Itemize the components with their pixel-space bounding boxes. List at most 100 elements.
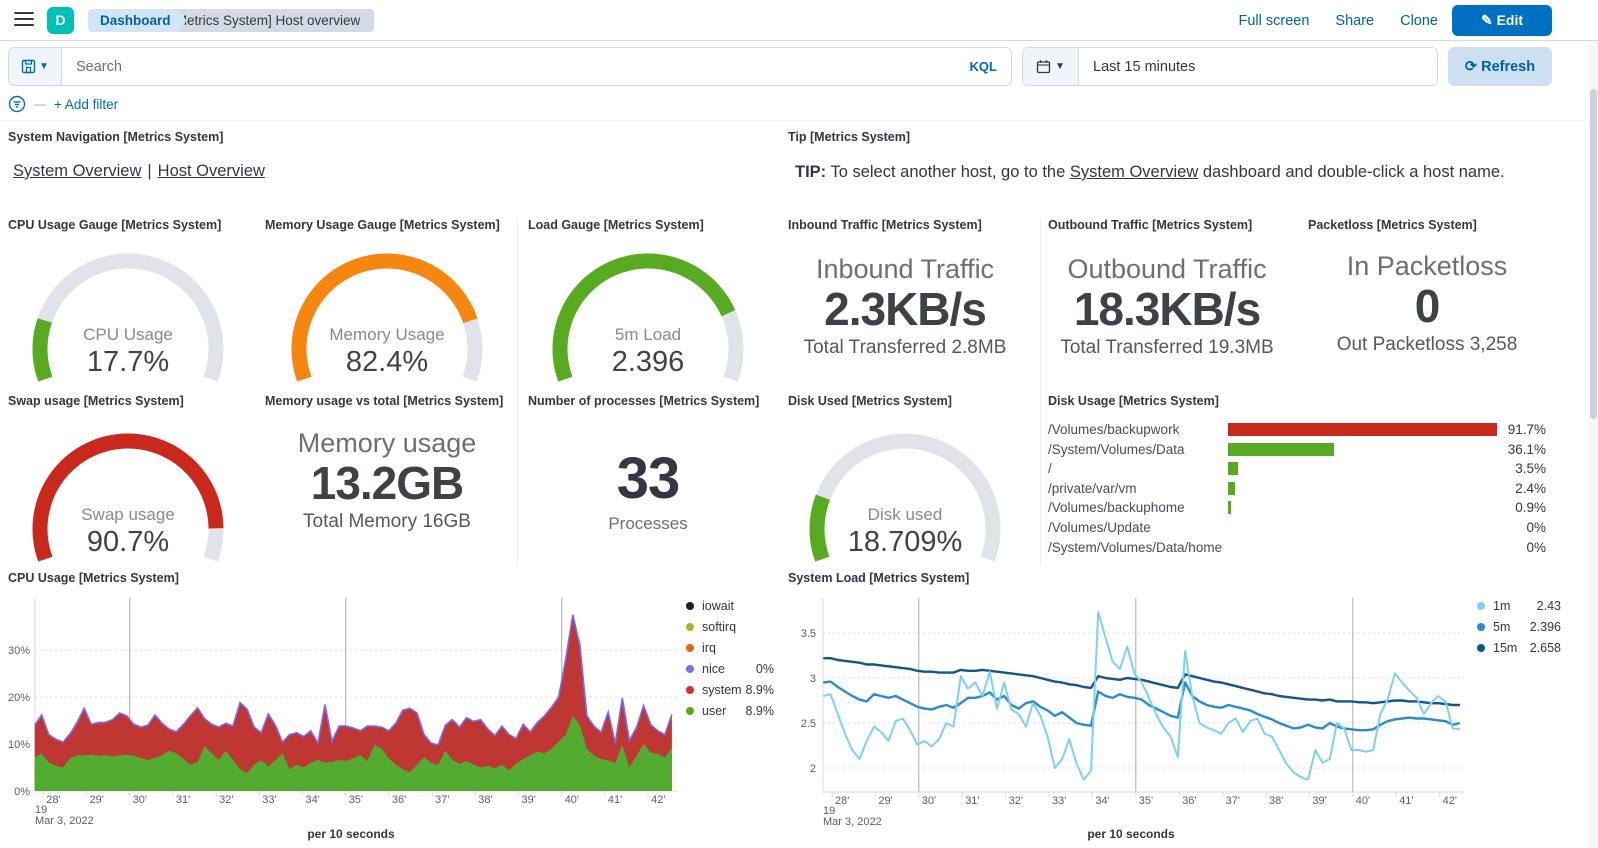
nav-action-full-screen[interactable]: Full screen: [1238, 13, 1309, 29]
refresh-icon: ⟳: [1465, 59, 1477, 75]
load-chart-legend: 1m2.43 5m2.396 15m 2.658: [1477, 599, 1561, 662]
x-axis-label: 37': [1226, 795, 1240, 807]
link-host-overview[interactable]: Host Overview: [158, 162, 265, 180]
x-axis-label: 42': [651, 794, 665, 806]
x-axis-label: 33': [262, 794, 276, 806]
legend-label: softirq: [702, 620, 736, 634]
cpu-usage-chart[interactable]: 0%10%20%30%28'29'30'31'32'33'34'35'36'37…: [0, 590, 780, 848]
metric-value: 2.3KB/s: [765, 284, 1045, 334]
metric-value: 18.3KB/s: [1027, 284, 1307, 334]
save-icon: [21, 59, 36, 74]
cpu-legend-item-system[interactable]: system8.9%: [686, 683, 774, 697]
metric-label: In Packetloss: [1287, 251, 1567, 281]
top-navigation-bar: D Dashboard [Metrics System] Host overvi…: [0, 0, 1598, 41]
disk-usage-value: 3.5%: [1460, 459, 1546, 479]
kql-button[interactable]: KQL: [956, 59, 1011, 74]
time-range-value[interactable]: Last 15 minutes: [1079, 59, 1209, 75]
y-axis-label: 0%: [14, 786, 30, 798]
load-chart-x-axis-title: per 10 seconds: [813, 827, 1449, 841]
legend-label: nice: [702, 662, 725, 676]
gauge-cpu: CPU Usage17.7%: [18, 244, 238, 419]
link-system-overview[interactable]: System Overview: [13, 162, 141, 180]
disk-usage-bar: [1228, 501, 1231, 514]
legend-label: 5m: [1493, 620, 1510, 634]
disk-usage-value: 91.7%: [1460, 420, 1546, 440]
legend-label: 15m: [1493, 641, 1517, 655]
gauge-svg-load: 5m Load2.396: [538, 244, 758, 419]
cpu-legend-item-nice[interactable]: nice 0%: [686, 662, 774, 676]
filter-icon[interactable]: [8, 95, 26, 113]
date-picker: ▼ Last 15 minutes: [1022, 47, 1438, 86]
disk-usage-value: 2.4%: [1460, 479, 1546, 499]
legend-dot: [686, 644, 694, 652]
cpu-chart-legend: iowait softirq irq nice 0% system8.9% user 8.9%: [686, 599, 774, 725]
gauge-value: 90.7%: [87, 526, 169, 558]
legend-dot: [1477, 602, 1485, 610]
disk-usage-label: /: [1048, 459, 1248, 479]
y-axis-label: 3: [810, 673, 816, 685]
disk-usage-bar: [1228, 443, 1334, 456]
panel-title-cpu-gauge: CPU Usage Gauge [Metrics System]: [8, 218, 221, 232]
x-axis-label: 31': [176, 794, 190, 806]
legend-value: 8.9%: [746, 704, 775, 718]
load-legend-item-1m[interactable]: 1m2.43: [1477, 599, 1561, 613]
breadcrumb-dashboard[interactable]: Dashboard: [88, 9, 187, 32]
date-quick-select-button[interactable]: ▼: [1023, 48, 1079, 85]
gauge-disk: Disk used18.709%: [795, 424, 1015, 599]
x-axis-label: 39': [1312, 795, 1326, 807]
scrollbar-track[interactable]: [1588, 41, 1598, 848]
gauge-swap: Swap usage90.7%: [18, 424, 238, 599]
chevron-down-icon: ▼: [39, 61, 49, 72]
panel-title-inbound-traffic: Inbound Traffic [Metrics System]: [788, 218, 982, 232]
scrollbar-thumb[interactable]: [1590, 89, 1597, 419]
nav-action-share[interactable]: Share: [1335, 13, 1374, 29]
x-axis-label: 40': [1356, 795, 1370, 807]
saved-query-menu-button[interactable]: ▼: [9, 48, 62, 85]
legend-value: 2.658: [1530, 641, 1561, 655]
x-axis-label: 34': [306, 794, 320, 806]
legend-dot: [1477, 644, 1485, 652]
legend-dot: [686, 665, 694, 673]
y-axis-label: 30%: [8, 645, 30, 657]
add-filter-button[interactable]: + Add filter: [54, 97, 118, 112]
legend-value: 2.43: [1537, 599, 1561, 613]
x-axis-label: 39': [522, 794, 536, 806]
metric-label: Memory usage: [247, 428, 527, 458]
load-legend-item-5m[interactable]: 5m2.396: [1477, 620, 1561, 634]
menu-hamburger-icon[interactable]: [14, 12, 34, 28]
legend-dot: [686, 623, 694, 631]
nav-action-clone[interactable]: Clone: [1400, 13, 1438, 29]
x-axis-label: 42': [1443, 795, 1457, 807]
metric-value: 0: [1287, 281, 1567, 331]
gauge-value: 2.396: [612, 346, 685, 378]
refresh-button[interactable]: ⟳ Refresh: [1448, 47, 1552, 86]
search-input[interactable]: [62, 59, 956, 75]
query-bar-separator: [0, 120, 1598, 121]
system-load-chart[interactable]: 22.533.528'29'30'31'32'33'34'35'36'37'38…: [780, 590, 1560, 848]
legend-value: 0%: [756, 662, 774, 676]
x-axis-label: 37': [435, 794, 449, 806]
x-axis-label: 36': [392, 794, 406, 806]
y-axis-label: 20%: [8, 692, 30, 704]
edit-button[interactable]: ✎ Edit: [1452, 5, 1552, 36]
gauge-value: 17.7%: [87, 346, 169, 378]
legend-label: user: [702, 704, 726, 718]
disk-usage-value: 0%: [1460, 538, 1546, 558]
tip-system-overview-link[interactable]: System Overview: [1070, 163, 1198, 181]
disk-usage-bar: [1228, 482, 1235, 495]
load-legend-item-15m[interactable]: 15m 2.658: [1477, 641, 1561, 655]
breadcrumb-current-page[interactable]: [Metrics System] Host overview: [156, 9, 374, 32]
x-axis-label: 41': [608, 794, 622, 806]
gauge-memory: Memory Usage82.4%: [277, 244, 497, 419]
x-axis-label: 31': [965, 795, 979, 807]
cpu-legend-item-irq[interactable]: irq: [686, 641, 774, 655]
metric-memtotal: Memory usage13.2GBTotal Memory 16GB: [247, 428, 527, 533]
panel-title-disk-usage: Disk Usage [Metrics System]: [1048, 394, 1219, 408]
x-axis-date-label: Mar 3, 2022: [35, 815, 94, 827]
disk-usage-label: /System/Volumes/Data: [1048, 440, 1248, 460]
cpu-legend-item-user[interactable]: user 8.9%: [686, 704, 774, 718]
space-avatar[interactable]: D: [47, 7, 74, 34]
cpu-legend-item-softirq[interactable]: softirq: [686, 620, 774, 634]
legend-dot: [1477, 623, 1485, 631]
cpu-legend-item-iowait[interactable]: iowait: [686, 599, 774, 613]
